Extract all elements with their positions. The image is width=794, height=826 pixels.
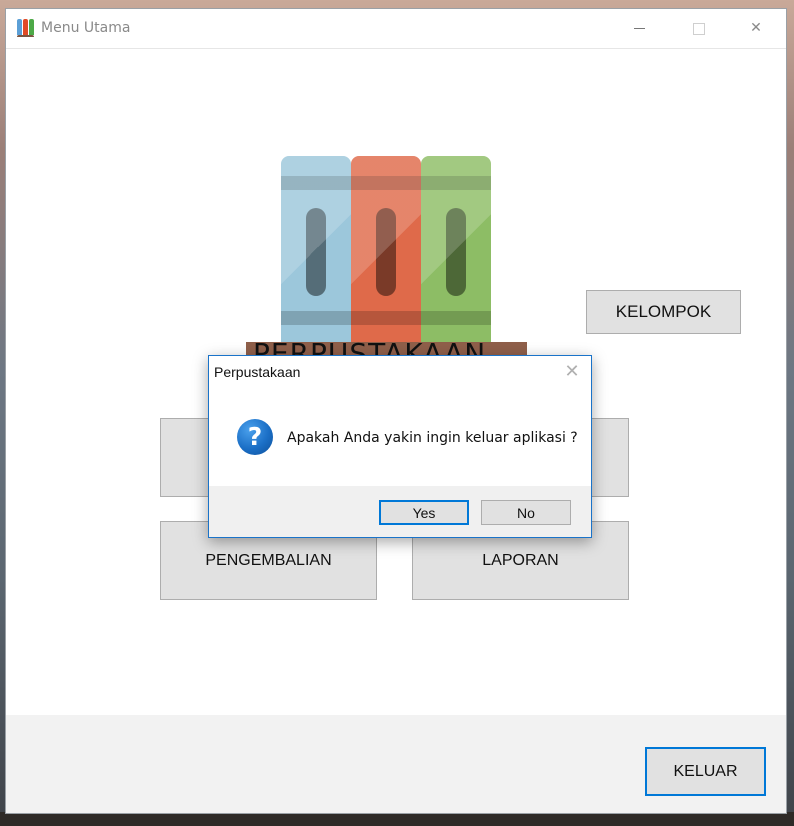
dialog-message: Apakah Anda yakin ingin keluar aplikasi …	[287, 430, 578, 446]
no-button[interactable]: No	[481, 500, 571, 525]
keluar-button[interactable]: KELUAR	[645, 747, 766, 796]
title-bar[interactable]: Menu Utama ✕	[6, 9, 786, 49]
book-green-icon	[421, 156, 491, 342]
bookshelf-logo	[246, 119, 528, 362]
close-button[interactable]: ✕	[733, 9, 779, 48]
book-blue-icon	[281, 156, 351, 342]
app-bookshelf-icon	[17, 19, 35, 37]
confirm-dialog: Perpustakaan ✕ ? Apakah Anda yakin ingin…	[208, 355, 592, 538]
book-red-icon	[351, 156, 421, 342]
desktop-background	[0, 812, 794, 826]
kelompok-button[interactable]: KELOMPOK	[586, 290, 741, 334]
minimize-button[interactable]	[617, 9, 663, 48]
dialog-close-icon[interactable]: ✕	[562, 361, 582, 382]
yes-button[interactable]: Yes	[379, 500, 469, 525]
dialog-title: Perpustakaan	[214, 364, 301, 380]
window-title: Menu Utama	[41, 20, 131, 36]
maximize-button[interactable]	[675, 9, 721, 48]
question-icon: ?	[237, 419, 273, 455]
close-icon: ✕	[750, 20, 762, 36]
